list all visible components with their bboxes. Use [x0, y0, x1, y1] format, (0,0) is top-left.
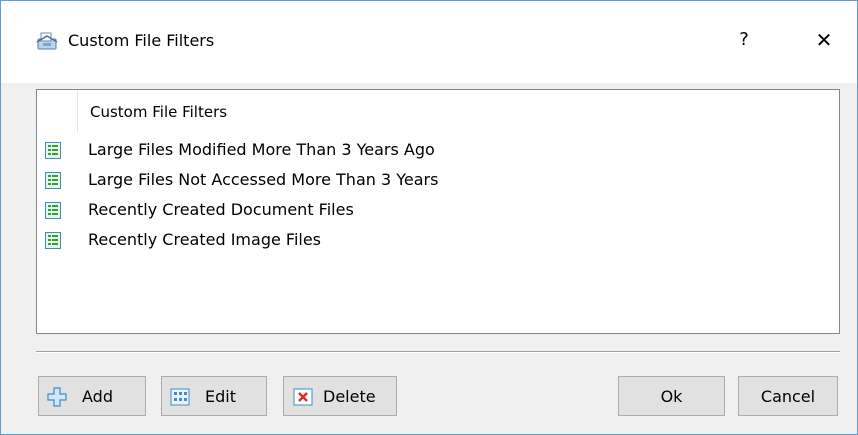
filters-list[interactable]: Custom File Filters Large Files Modified… [36, 89, 840, 334]
edit-button[interactable]: Edit [161, 376, 267, 416]
window-title: Custom File Filters [68, 31, 215, 50]
list-item[interactable]: Large Files Modified More Than 3 Years A… [37, 137, 797, 165]
edit-grid-icon [170, 387, 190, 407]
list-icon [45, 172, 61, 189]
edit-button-label: Edit [205, 387, 236, 406]
list-column-header[interactable]: Custom File Filters [77, 90, 840, 133]
ok-button[interactable]: Ok [618, 376, 725, 416]
add-button-label: Add [82, 387, 113, 406]
help-button[interactable]: ? [729, 25, 759, 55]
title-bar: Custom File Filters ? ✕ [1, 1, 857, 83]
delete-x-icon [293, 387, 313, 407]
separator [36, 351, 840, 353]
list-icon [45, 202, 61, 219]
app-icon [35, 30, 59, 52]
list-item[interactable]: Recently Created Document Files [37, 197, 797, 225]
list-item[interactable]: Recently Created Image Files [37, 227, 797, 255]
ok-button-label: Ok [660, 387, 683, 406]
list-item-label: Recently Created Image Files [88, 230, 322, 249]
close-button[interactable]: ✕ [809, 25, 839, 55]
delete-button[interactable]: Delete [283, 376, 397, 416]
plus-icon [47, 387, 67, 407]
list-item[interactable]: Large Files Not Accessed More Than 3 Yea… [37, 167, 797, 195]
list-item-label: Large Files Not Accessed More Than 3 Yea… [88, 170, 439, 189]
dialog-window: Custom File Filters ? ✕ Custom File Filt… [0, 0, 858, 435]
add-button[interactable]: Add [38, 376, 146, 416]
cancel-button[interactable]: Cancel [738, 376, 838, 416]
list-item-label: Recently Created Document Files [88, 200, 354, 219]
list-item-label: Large Files Modified More Than 3 Years A… [88, 140, 435, 159]
list-icon [45, 232, 61, 249]
list-header-label: Custom File Filters [90, 103, 228, 121]
list-icon [45, 142, 61, 159]
delete-button-label: Delete [323, 387, 376, 406]
cancel-button-label: Cancel [760, 387, 816, 406]
